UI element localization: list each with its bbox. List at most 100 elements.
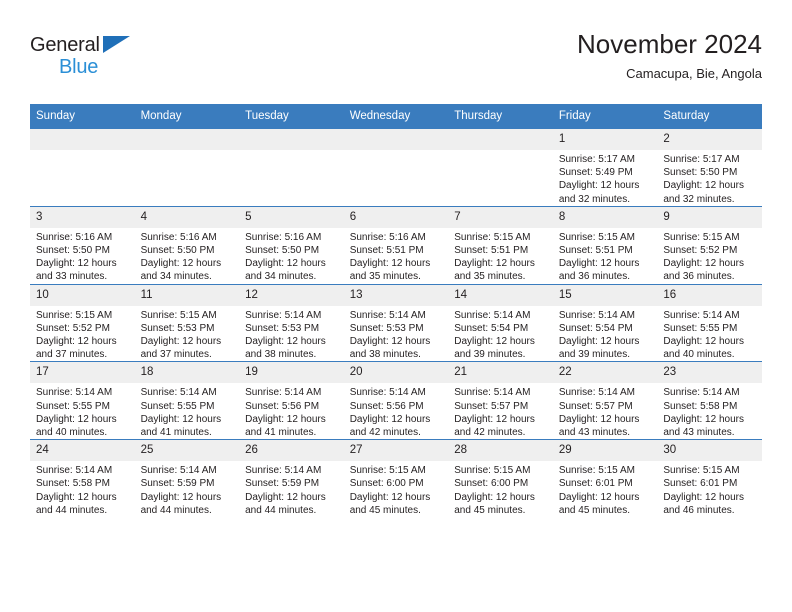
general-blue-logo[interactable]: General Blue — [30, 34, 150, 80]
day-details: Sunrise: 5:14 AM Sunset: 5:54 PM Daylight:… — [448, 306, 553, 362]
day-number: 12 — [239, 284, 344, 306]
calendar-cell-day-4[interactable]: 4 Sunrise: 5:16 AM Sunset: 5:50 PM Daylight… — [134, 205, 240, 285]
logo-word-general: General — [30, 34, 150, 56]
logo-text-general: General — [30, 34, 100, 56]
day-details: Sunrise: 5:14 AM Sunset: 5:53 PM Daylight:… — [239, 306, 344, 362]
calendar-cell-day-20[interactable]: 20 Sunrise: 5:14 AM Sunset: 5:56 PM Dayligh… — [343, 361, 449, 440]
sunset-text: Sunset: 5:57 PM — [558, 400, 633, 412]
calendar-cell-day-3[interactable]: 3 Sunrise: 5:16 AM Sunset: 5:50 PM Daylight… — [30, 205, 135, 285]
day-details: Sunrise: 5:16 AM Sunset: 5:50 PM Daylight:… — [135, 228, 240, 284]
daylight-text: Daylight: 12 hours and 37 minutes. — [140, 336, 222, 361]
sunset-text: Sunset: 6:01 PM — [558, 478, 633, 490]
calendar-cell-day-15[interactable]: 15 Sunrise: 5:14 AM Sunset: 5:54 PM Dayligh… — [552, 283, 658, 362]
calendar-cell-empty — [239, 129, 344, 207]
calendar-cell-day-19[interactable]: 19 Sunrise: 5:14 AM Sunset: 5:56 PM Dayligh… — [239, 361, 344, 440]
calendar-cell-day-9[interactable]: 9 Sunrise: 5:15 AM Sunset: 5:52 PM Daylight… — [657, 205, 762, 285]
day-number: 26 — [239, 440, 344, 462]
sunrise-text: Sunrise: 5:16 AM — [36, 231, 113, 243]
sunset-text: Sunset: 6:00 PM — [454, 478, 529, 490]
calendar-cell-day-28[interactable]: 28 Sunrise: 5:15 AM Sunset: 6:00 PM Dayligh… — [448, 439, 553, 518]
daylight-text: Daylight: 12 hours and 40 minutes. — [36, 413, 117, 439]
calendar-cell-day-2[interactable]: 2 Sunrise: 5:17 AM Sunset: 5:50 PM Daylight… — [657, 129, 762, 207]
sunrise-text: Sunrise: 5:14 AM — [454, 309, 531, 321]
day-details: Sunrise: 5:14 AM Sunset: 5:55 PM Daylight:… — [30, 383, 135, 439]
weekday-header-monday: Monday — [134, 104, 240, 129]
calendar-cell-day-17[interactable]: 17 Sunrise: 5:14 AM Sunset: 5:55 PM Dayligh… — [30, 361, 135, 440]
sunset-text: Sunset: 5:54 PM — [454, 322, 529, 334]
calendar-week-row: 17 Sunrise: 5:14 AM Sunset: 5:55 PM Dayligh… — [30, 361, 762, 440]
day-number: 14 — [448, 284, 553, 306]
calendar-cell-day-16[interactable]: 16 Sunrise: 5:14 AM Sunset: 5:55 PM Dayligh… — [657, 283, 762, 362]
day-details: Sunrise: 5:15 AM Sunset: 5:51 PM Daylight:… — [448, 228, 553, 284]
calendar-cell-day-7[interactable]: 7 Sunrise: 5:15 AM Sunset: 5:51 PM Daylight… — [448, 205, 553, 285]
calendar-cell-day-1[interactable]: 1 Sunrise: 5:17 AM Sunset: 5:49 PM Daylight… — [552, 129, 658, 207]
day-details: Sunrise: 5:15 AM Sunset: 5:52 PM Daylight:… — [657, 228, 762, 284]
sunrise-text: Sunrise: 5:16 AM — [140, 231, 217, 243]
page-title: November 2024 — [577, 29, 762, 59]
sunrise-text: Sunrise: 5:14 AM — [36, 387, 113, 399]
calendar-table: Sunday Monday Tuesday Wednesday Thursday Frid… — [30, 104, 762, 518]
day-details: Sunrise: 5:14 AM Sunset: 5:58 PM Daylight:… — [657, 383, 762, 439]
daylight-text: Daylight: 12 hours and 36 minutes. — [663, 258, 744, 283]
calendar-cell-day-30[interactable]: 30 Sunrise: 5:15 AM Sunset: 6:01 PM Dayligh… — [657, 439, 762, 518]
sunset-text: Sunset: 5:54 PM — [558, 322, 633, 334]
calendar-cell-day-10[interactable]: 10 Sunrise: 5:15 AM Sunset: 5:52 PM Dayligh… — [30, 283, 135, 362]
day-number: 22 — [552, 362, 658, 384]
day-details: Sunrise: 5:16 AM Sunset: 5:50 PM Daylight:… — [239, 228, 344, 284]
calendar-cell-day-14[interactable]: 14 Sunrise: 5:14 AM Sunset: 5:54 PM Dayligh… — [448, 283, 553, 362]
calendar-cell-day-27[interactable]: 27 Sunrise: 5:15 AM Sunset: 6:00 PM Dayligh… — [343, 439, 449, 518]
sunrise-text: Sunrise: 5:15 AM — [140, 309, 217, 321]
calendar-cell-day-23[interactable]: 23 Sunrise: 5:14 AM Sunset: 5:58 PM Dayligh… — [657, 361, 762, 440]
calendar-cell-day-5[interactable]: 5 Sunrise: 5:16 AM Sunset: 5:50 PM Daylight… — [239, 205, 344, 285]
calendar-header-row: Sunday Monday Tuesday Wednesday Thursday Frid… — [30, 104, 762, 129]
day-number: 13 — [343, 284, 449, 306]
day-number: 6 — [343, 206, 449, 228]
daylight-text: Daylight: 12 hours and 44 minutes. — [140, 491, 222, 516]
day-number: 29 — [552, 440, 658, 462]
calendar-cell-day-8[interactable]: 8 Sunrise: 5:15 AM Sunset: 5:51 PM Daylight… — [552, 205, 658, 285]
weekday-header-friday: Friday — [552, 104, 658, 129]
day-number — [30, 129, 135, 150]
calendar-cell-day-24[interactable]: 24 Sunrise: 5:14 AM Sunset: 5:58 PM Dayligh… — [30, 439, 135, 518]
sunset-text: Sunset: 5:51 PM — [558, 245, 633, 257]
day-details: Sunrise: 5:14 AM Sunset: 5:55 PM Daylight:… — [657, 306, 762, 362]
sunset-text: Sunset: 5:59 PM — [245, 478, 320, 490]
daylight-text: Daylight: 12 hours and 45 minutes. — [349, 491, 431, 516]
day-number: 25 — [134, 440, 240, 462]
calendar-cell-day-25[interactable]: 25 Sunrise: 5:14 AM Sunset: 5:59 PM Dayligh… — [134, 439, 240, 518]
daylight-text: Daylight: 12 hours and 38 minutes. — [349, 336, 431, 361]
sunset-text: Sunset: 5:53 PM — [140, 322, 215, 334]
calendar-cell-day-13[interactable]: 13 Sunrise: 5:14 AM Sunset: 5:53 PM Dayligh… — [343, 283, 449, 362]
daylight-text: Daylight: 12 hours and 43 minutes. — [558, 413, 640, 439]
day-number: 10 — [30, 284, 135, 306]
day-details: Sunrise: 5:15 AM Sunset: 6:01 PM Daylight:… — [553, 461, 658, 517]
day-number: 17 — [30, 362, 135, 384]
sunset-text: Sunset: 5:53 PM — [245, 322, 320, 334]
sunrise-text: Sunrise: 5:15 AM — [349, 465, 426, 477]
day-details: Sunrise: 5:15 AM Sunset: 6:01 PM Daylight:… — [657, 461, 762, 517]
calendar-cell-day-26[interactable]: 26 Sunrise: 5:14 AM Sunset: 5:59 PM Dayligh… — [239, 439, 344, 518]
day-details: Sunrise: 5:15 AM Sunset: 5:51 PM Daylight:… — [553, 228, 658, 284]
sunset-text: Sunset: 5:53 PM — [349, 322, 424, 334]
daylight-text: Daylight: 12 hours and 38 minutes. — [245, 336, 326, 361]
sunrise-text: Sunrise: 5:14 AM — [349, 387, 426, 399]
day-number: 21 — [448, 362, 553, 384]
day-details: Sunrise: 5:16 AM Sunset: 5:51 PM Daylight:… — [344, 228, 449, 284]
calendar-cell-day-12[interactable]: 12 Sunrise: 5:14 AM Sunset: 5:53 PM Dayligh… — [239, 283, 344, 362]
calendar-cell-day-29[interactable]: 29 Sunrise: 5:15 AM Sunset: 6:01 PM Dayligh… — [552, 439, 658, 518]
weekday-header-sunday: Sunday — [30, 104, 135, 129]
daylight-text: Daylight: 12 hours and 44 minutes. — [245, 491, 326, 516]
calendar-cell-day-6[interactable]: 6 Sunrise: 5:16 AM Sunset: 5:51 PM Daylight… — [343, 205, 449, 285]
day-number: 5 — [239, 206, 344, 228]
sunrise-text: Sunrise: 5:14 AM — [663, 387, 740, 399]
calendar-cell-day-11[interactable]: 11 Sunrise: 5:15 AM Sunset: 5:53 PM Dayligh… — [134, 283, 240, 362]
sunrise-text: Sunrise: 5:14 AM — [558, 309, 635, 321]
sunrise-text: Sunrise: 5:14 AM — [245, 465, 322, 477]
sunset-text: Sunset: 5:50 PM — [663, 167, 738, 179]
calendar-cell-day-18[interactable]: 18 Sunrise: 5:14 AM Sunset: 5:55 PM Dayligh… — [134, 361, 240, 440]
calendar-cell-day-22[interactable]: 22 Sunrise: 5:14 AM Sunset: 5:57 PM Dayligh… — [552, 361, 658, 440]
calendar-cell-day-21[interactable]: 21 Sunrise: 5:14 AM Sunset: 5:57 PM Dayligh… — [448, 361, 553, 440]
weekday-row: Sunday Monday Tuesday Wednesday Thursday Frid… — [30, 104, 762, 129]
sunrise-text: Sunrise: 5:16 AM — [349, 231, 426, 243]
daylight-text: Daylight: 12 hours and 39 minutes. — [558, 336, 640, 361]
